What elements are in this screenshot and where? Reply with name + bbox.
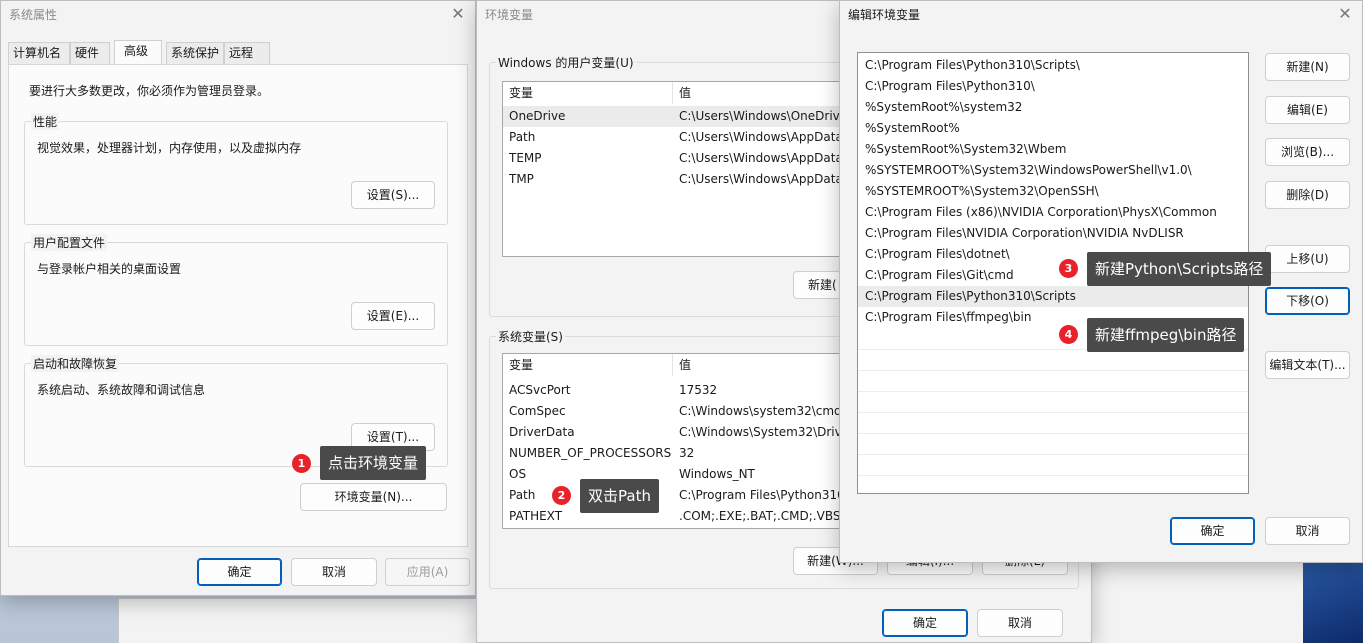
tab-advanced[interactable]: 高级	[114, 40, 162, 65]
move-up-button[interactable]: 上移(U)	[1265, 245, 1350, 273]
tab-remote[interactable]: 远程	[224, 42, 270, 64]
annotation-callout-1: 点击环境变量	[320, 446, 427, 480]
annotation-callout-2: 双击Path	[580, 479, 659, 513]
group-description: 与登录帐户相关的桌面设置	[37, 262, 182, 276]
cell-variable: DriverData	[509, 425, 575, 439]
tab-system-protection[interactable]: 系统保护	[166, 42, 224, 64]
ok-button[interactable]: 确定	[197, 558, 282, 586]
list-item[interactable]: C:\Program Files (x86)\NVIDIA Corporatio…	[858, 202, 1248, 223]
close-icon[interactable]: ✕	[1334, 3, 1356, 25]
user-profiles-settings-button[interactable]: 设置(E)...	[351, 302, 435, 330]
list-row-separator	[858, 391, 1248, 392]
list-item[interactable]: %SystemRoot%\system32	[858, 97, 1248, 118]
browse-button[interactable]: 浏览(B)...	[1265, 138, 1350, 166]
apply-button[interactable]: 应用(A)	[385, 558, 470, 586]
group-description: 视觉效果，处理器计划，内存使用，以及虚拟内存	[37, 141, 302, 155]
background-window	[118, 598, 478, 643]
list-item[interactable]: %SystemRoot%\System32\Wbem	[858, 139, 1248, 160]
cell-variable: ComSpec	[509, 404, 566, 418]
user-profiles-group: 用户配置文件 与登录帐户相关的桌面设置	[24, 234, 448, 346]
cell-variable: OneDrive	[509, 109, 566, 123]
group-label: Windows 的用户变量(U)	[496, 54, 636, 71]
performance-group: 性能 视觉效果，处理器计划，内存使用，以及虚拟内存	[24, 113, 448, 225]
cancel-button[interactable]: 取消	[291, 558, 377, 586]
list-item[interactable]: C:\Program Files\Python310\	[858, 76, 1248, 97]
cell-variable: NUMBER_OF_PROCESSORS	[509, 446, 672, 460]
window-title: 编辑环境变量	[848, 8, 921, 22]
list-item[interactable]: C:\Program Files\NVIDIA Corporation\NVID…	[858, 223, 1248, 244]
group-label: 性能	[31, 113, 60, 130]
list-row-separator	[858, 433, 1248, 434]
step-badge-1: 1	[292, 454, 311, 473]
performance-settings-button[interactable]: 设置(S)...	[351, 181, 435, 209]
cancel-button[interactable]: 取消	[1265, 517, 1350, 545]
window-title: 系统属性	[9, 8, 58, 22]
list-row-separator	[858, 475, 1248, 476]
move-down-button[interactable]: 下移(O)	[1265, 287, 1350, 315]
system-properties-window: 系统属性 ✕ 计算机名 硬件 高级 系统保护 远程 要进行大多数更改，你必须作为…	[0, 0, 476, 596]
group-label: 系统变量(S)	[496, 328, 565, 345]
list-item[interactable]: C:\Program Files\Python310\Scripts\	[858, 55, 1248, 76]
step-badge-2: 2	[552, 486, 571, 505]
group-description: 系统启动、系统故障和调试信息	[37, 383, 206, 397]
list-row-separator	[858, 454, 1248, 455]
column-header-variable[interactable]: 变量	[503, 354, 673, 376]
background-window	[1090, 560, 1320, 643]
list-row-separator	[858, 412, 1248, 413]
list-item[interactable]: %SYSTEMROOT%\System32\OpenSSH\	[858, 181, 1248, 202]
edit-button[interactable]: 编辑(E)	[1265, 96, 1350, 124]
step-badge-3: 3	[1059, 259, 1078, 278]
new-button[interactable]: 新建(N)	[1265, 53, 1350, 81]
annotation-callout-3: 新建Python\Scripts路径	[1087, 252, 1272, 286]
list-item[interactable]: %SystemRoot%	[858, 118, 1248, 139]
edit-text-button[interactable]: 编辑文本(T)...	[1265, 351, 1350, 379]
cell-variable: Path	[509, 130, 536, 144]
cell-variable: ACSvcPort	[509, 383, 571, 397]
close-icon[interactable]: ✕	[447, 3, 469, 25]
tab-computer-name[interactable]: 计算机名	[8, 42, 70, 64]
delete-button[interactable]: 删除(D)	[1265, 181, 1350, 209]
column-header-variable[interactable]: 变量	[503, 82, 673, 104]
window-title: 环境变量	[485, 8, 534, 22]
ok-button[interactable]: 确定	[1170, 517, 1255, 545]
group-label: 启动和故障恢复	[31, 355, 120, 372]
cell-variable: TMP	[509, 172, 534, 186]
list-item-selected[interactable]: C:\Program Files\Python310\Scripts	[858, 286, 1248, 307]
step-badge-4: 4	[1059, 325, 1078, 344]
admin-note: 要进行大多数更改，你必须作为管理员登录。	[29, 84, 270, 98]
cancel-button[interactable]: 取消	[977, 609, 1063, 637]
tab-hardware[interactable]: 硬件	[70, 42, 110, 64]
group-label: 用户配置文件	[31, 234, 108, 251]
list-row-separator	[858, 370, 1248, 371]
environment-variables-button[interactable]: 环境变量(N)...	[300, 483, 447, 511]
desktop-wallpaper-corner	[1303, 553, 1363, 643]
ok-button[interactable]: 确定	[882, 609, 968, 637]
annotation-callout-4: 新建ffmpeg\bin路径	[1087, 318, 1245, 352]
cell-variable: TEMP	[509, 151, 542, 165]
list-item[interactable]: %SYSTEMROOT%\System32\WindowsPowerShell\…	[858, 160, 1248, 181]
